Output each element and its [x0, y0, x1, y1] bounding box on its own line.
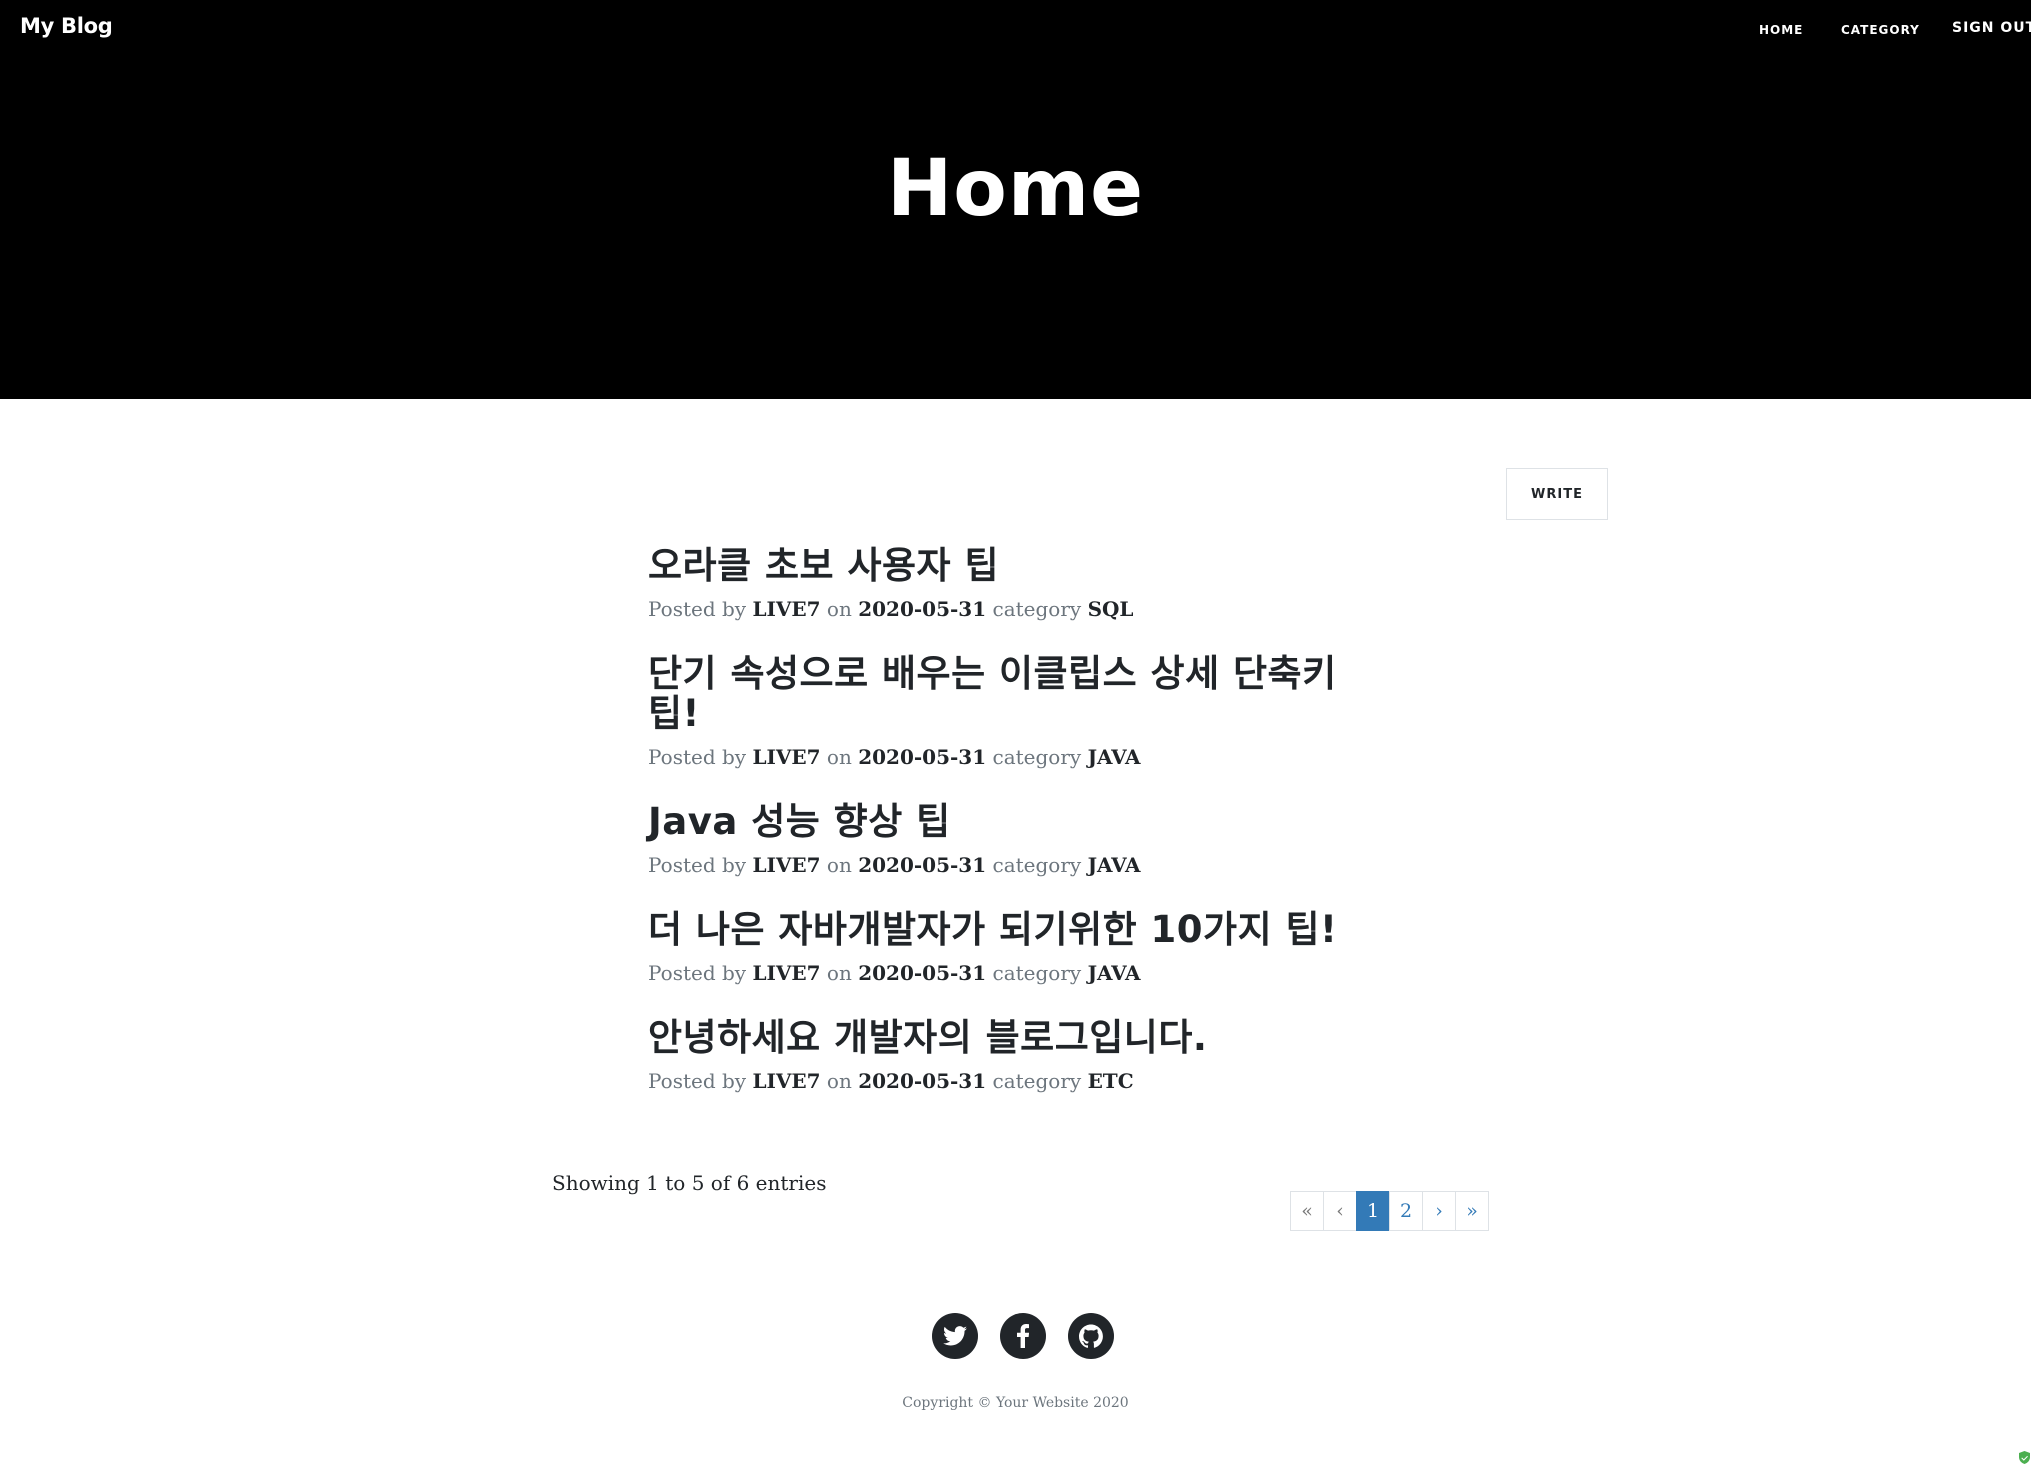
post-meta-on: on	[826, 745, 852, 769]
post-category[interactable]: SQL	[1088, 597, 1134, 621]
social-links	[932, 1313, 1114, 1359]
post-category[interactable]: ETC	[1088, 1069, 1134, 1093]
post-meta-prefix: Posted by	[648, 1069, 747, 1093]
pagination: « ‹ 1 2 › »	[1290, 1191, 1489, 1231]
twitter-icon	[943, 1326, 967, 1346]
post-author[interactable]: LIVE7	[752, 961, 820, 985]
post-meta: Posted by LIVE7 on 2020-05-31 category S…	[648, 596, 1368, 622]
github-link[interactable]	[1068, 1313, 1114, 1359]
copyright-text: Copyright © Your Website 2020	[902, 1395, 1129, 1411]
post-meta: Posted by LIVE7 on 2020-05-31 category J…	[648, 744, 1368, 770]
post-meta-category-word: category	[992, 745, 1082, 769]
nav-link-category[interactable]: CATEGORY	[1841, 23, 1931, 37]
post-title-link[interactable]: Java 성능 향상 팁	[648, 802, 1348, 842]
post-meta: Posted by LIVE7 on 2020-05-31 category J…	[648, 852, 1368, 878]
post-preview: 단기 속성으로 배우는 이클립스 상세 단축키 팁! Posted by LIV…	[648, 654, 1368, 770]
write-button[interactable]: WRITE	[1506, 468, 1608, 520]
post-title-link[interactable]: 오라클 초보 사용자 팁	[648, 546, 1348, 586]
pagination-next-button[interactable]: ›	[1422, 1191, 1456, 1231]
pagination-first-button[interactable]: «	[1290, 1191, 1324, 1231]
post-preview: 더 나은 자바개발자가 되기위한 10가지 팁! Posted by LIVE7…	[648, 910, 1368, 986]
post-list: 오라클 초보 사용자 팁 Posted by LIVE7 on 2020-05-…	[648, 546, 1368, 1094]
post-author[interactable]: LIVE7	[752, 853, 820, 877]
post-meta-prefix: Posted by	[648, 597, 747, 621]
nav-link-home[interactable]: HOME	[1759, 23, 1803, 37]
post-date: 2020-05-31	[858, 745, 987, 769]
page-title: Home	[886, 144, 1145, 234]
nav-link-sign-out[interactable]: SIGN OUT	[1952, 20, 2031, 36]
pagination-page-1[interactable]: 1	[1356, 1191, 1390, 1231]
brand-logo[interactable]: My Blog	[20, 14, 113, 38]
post-author[interactable]: LIVE7	[752, 1069, 820, 1093]
post-meta: Posted by LIVE7 on 2020-05-31 category J…	[648, 960, 1368, 986]
facebook-link[interactable]	[1000, 1313, 1046, 1359]
post-date: 2020-05-31	[858, 597, 987, 621]
post-meta-category-word: category	[992, 853, 1082, 877]
pagination-page-2[interactable]: 2	[1389, 1191, 1423, 1231]
post-meta-on: on	[826, 1069, 852, 1093]
post-title-link[interactable]: 안녕하세요 개발자의 블로그입니다.	[648, 1018, 1348, 1058]
post-preview: Java 성능 향상 팁 Posted by LIVE7 on 2020-05-…	[648, 802, 1368, 878]
pagination-last-button[interactable]: »	[1455, 1191, 1489, 1231]
post-meta-category-word: category	[992, 597, 1082, 621]
post-date: 2020-05-31	[858, 853, 987, 877]
post-meta-prefix: Posted by	[648, 745, 747, 769]
post-title-link[interactable]: 단기 속성으로 배우는 이클립스 상세 단축키 팁!	[648, 654, 1358, 734]
post-date: 2020-05-31	[858, 961, 987, 985]
post-title-link[interactable]: 더 나은 자바개발자가 되기위한 10가지 팁!	[648, 910, 1348, 950]
post-preview: 안녕하세요 개발자의 블로그입니다. Posted by LIVE7 on 20…	[648, 1018, 1368, 1094]
github-icon	[1079, 1324, 1103, 1348]
twitter-link[interactable]	[932, 1313, 978, 1359]
facebook-icon	[1017, 1324, 1029, 1348]
pagination-prev-button[interactable]: ‹	[1323, 1191, 1357, 1231]
post-meta: Posted by LIVE7 on 2020-05-31 category E…	[648, 1068, 1368, 1094]
post-meta-category-word: category	[992, 961, 1082, 985]
masthead: My Blog HOME CATEGORY SIGN OUT Home	[0, 0, 2031, 399]
post-meta-prefix: Posted by	[648, 961, 747, 985]
post-meta-category-word: category	[992, 1069, 1082, 1093]
post-meta-on: on	[826, 597, 852, 621]
post-category[interactable]: JAVA	[1088, 853, 1141, 877]
post-meta-on: on	[826, 853, 852, 877]
post-preview: 오라클 초보 사용자 팁 Posted by LIVE7 on 2020-05-…	[648, 546, 1368, 622]
post-category[interactable]: JAVA	[1088, 745, 1141, 769]
post-author[interactable]: LIVE7	[752, 597, 820, 621]
post-meta-prefix: Posted by	[648, 853, 747, 877]
post-date: 2020-05-31	[858, 1069, 987, 1093]
pagination-info: Showing 1 to 5 of 6 entries	[552, 1171, 827, 1195]
post-category[interactable]: JAVA	[1088, 961, 1141, 985]
shield-icon	[2019, 1451, 2030, 1464]
post-author[interactable]: LIVE7	[752, 745, 820, 769]
post-meta-on: on	[826, 961, 852, 985]
